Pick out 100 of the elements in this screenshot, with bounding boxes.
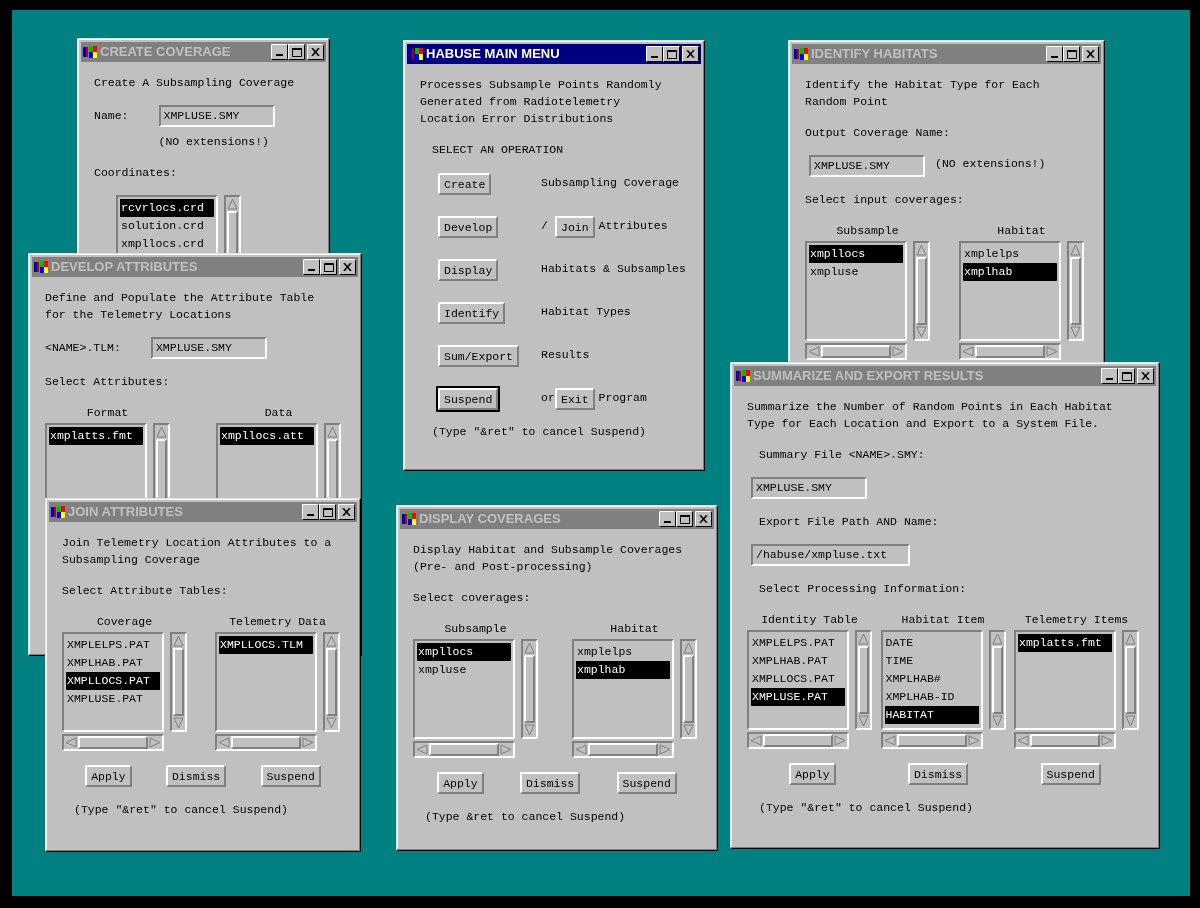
push-button[interactable]: Create [438,173,492,196]
push-button[interactable]: Apply [789,763,836,786]
minimize-button[interactable] [646,46,663,62]
list-box[interactable]: xmplatts.fmt [1014,630,1116,731]
maximize-button[interactable] [319,504,336,520]
push-button[interactable]: Suspend [1040,763,1101,786]
push-button[interactable]: Dismiss [165,765,227,788]
list-item[interactable]: xmpllocs [417,643,511,662]
list-item[interactable]: solution.crd [120,217,214,236]
up-arrow-icon[interactable] [1069,243,1082,258]
list-item[interactable]: xmplelps [576,643,670,662]
down-arrow-icon[interactable] [990,714,1004,729]
left-arrow-icon[interactable] [64,736,78,750]
push-button[interactable]: Dismiss [907,763,969,786]
down-arrow-icon[interactable] [325,716,338,731]
up-arrow-icon[interactable] [325,634,338,649]
vertical-scrollbar[interactable] [1067,241,1084,342]
list-item[interactable]: XMPLELPS.PAT [66,636,160,655]
down-arrow-icon[interactable] [682,723,695,738]
maximize-button[interactable] [1118,368,1135,384]
horizontal-scrollbar[interactable] [747,732,849,750]
minimize-button[interactable] [302,504,319,520]
minimize-button[interactable] [659,511,676,527]
down-arrow-icon[interactable] [1069,325,1082,340]
down-arrow-icon[interactable] [172,716,185,731]
up-arrow-icon[interactable] [326,425,339,440]
list-item[interactable]: XMPLELPS.PAT [751,634,845,653]
list-item[interactable]: HABITAT [884,706,979,725]
minimize-button[interactable] [271,44,288,60]
list-item[interactable]: XMPLHAB-ID [884,688,979,707]
push-button[interactable]: Join [555,216,595,239]
right-arrow-icon[interactable] [499,743,513,757]
left-arrow-icon[interactable] [882,734,897,748]
list-item[interactable]: XMPLHAB.PAT [66,654,160,673]
up-arrow-icon[interactable] [915,243,928,258]
text-field[interactable]: XMPLUSE.SMY [158,105,275,127]
up-arrow-icon[interactable] [682,641,695,656]
list-item[interactable]: xmplatts.fmt [1018,634,1112,653]
minimize-button[interactable] [303,259,320,275]
push-button[interactable]: Suspend [260,765,321,788]
list-box[interactable]: xmpllocs xmpluse [805,241,907,342]
push-button[interactable]: Dismiss [519,772,581,795]
close-button[interactable] [1137,368,1154,384]
list-item[interactable]: xmpllocs.crd [120,235,214,254]
down-arrow-icon[interactable] [857,714,870,729]
minimize-button[interactable] [1101,368,1118,384]
push-button[interactable]: Apply [437,772,484,795]
list-item[interactable]: xmpllocs.att [220,427,314,446]
close-button[interactable] [695,511,712,527]
up-arrow-icon[interactable] [1124,632,1137,647]
left-arrow-icon[interactable] [415,743,429,757]
list-box[interactable]: DATE TIME XMPLHAB# XMPLHAB-ID HABITAT [880,630,983,731]
horizontal-scrollbar[interactable] [215,734,317,752]
list-item[interactable]: DATE [884,634,979,653]
list-box[interactable]: xmplelps xmplhab [959,241,1061,342]
text-field[interactable]: XMPLUSE.SMY [150,337,267,359]
close-button[interactable] [339,259,356,275]
vertical-scrollbar[interactable] [521,639,538,740]
text-field[interactable]: /habuse/xmpluse.txt [751,544,910,566]
right-arrow-icon[interactable] [1100,734,1114,748]
push-button[interactable]: Suspend [438,388,499,411]
up-arrow-icon[interactable] [226,197,239,212]
list-box[interactable]: xmplelps xmplhab [572,639,674,740]
minimize-button[interactable] [1046,46,1063,62]
horizontal-scrollbar[interactable] [572,741,674,759]
list-item[interactable]: XMPLLOCS.PAT [66,672,160,691]
close-button[interactable] [1082,46,1099,62]
vertical-scrollbar[interactable] [170,632,187,733]
push-button[interactable]: Identify [438,302,506,325]
list-item[interactable]: xmpluse [809,263,903,282]
list-item[interactable]: rcvrlocs.crd [120,199,214,218]
horizontal-scrollbar[interactable] [413,741,515,759]
list-item[interactable]: XMPLLOCS.TLM [219,636,313,655]
push-button[interactable]: Suspend [616,772,677,795]
right-arrow-icon[interactable] [301,736,315,750]
left-arrow-icon[interactable] [749,734,763,748]
up-arrow-icon[interactable] [172,634,185,649]
horizontal-scrollbar[interactable] [805,343,907,361]
right-arrow-icon[interactable] [148,736,162,750]
horizontal-scrollbar[interactable] [62,734,164,752]
up-arrow-icon[interactable] [155,425,168,440]
down-arrow-icon[interactable] [915,325,928,340]
left-arrow-icon[interactable] [574,743,588,757]
left-arrow-icon[interactable] [217,736,231,750]
maximize-button[interactable] [676,511,693,527]
close-button[interactable] [307,44,324,60]
list-item[interactable]: xmpluse [417,661,511,680]
list-item[interactable]: TIME [884,652,979,671]
list-item[interactable]: xmplatts.fmt [49,427,143,446]
maximize-button[interactable] [320,259,337,275]
horizontal-scrollbar[interactable] [959,343,1061,361]
horizontal-scrollbar[interactable] [1014,732,1116,750]
close-button[interactable] [338,504,355,520]
list-item[interactable]: XMPLLOCS.PAT [751,670,845,689]
up-arrow-icon[interactable] [857,632,870,647]
down-arrow-icon[interactable] [523,723,536,738]
list-box[interactable]: XMPLELPS.PAT XMPLHAB.PAT XMPLLOCS.PAT XMPLUSE.PAT [747,630,849,731]
left-arrow-icon[interactable] [807,345,821,359]
list-item[interactable]: xmplelps [963,245,1057,264]
push-button[interactable]: Display [438,259,499,282]
